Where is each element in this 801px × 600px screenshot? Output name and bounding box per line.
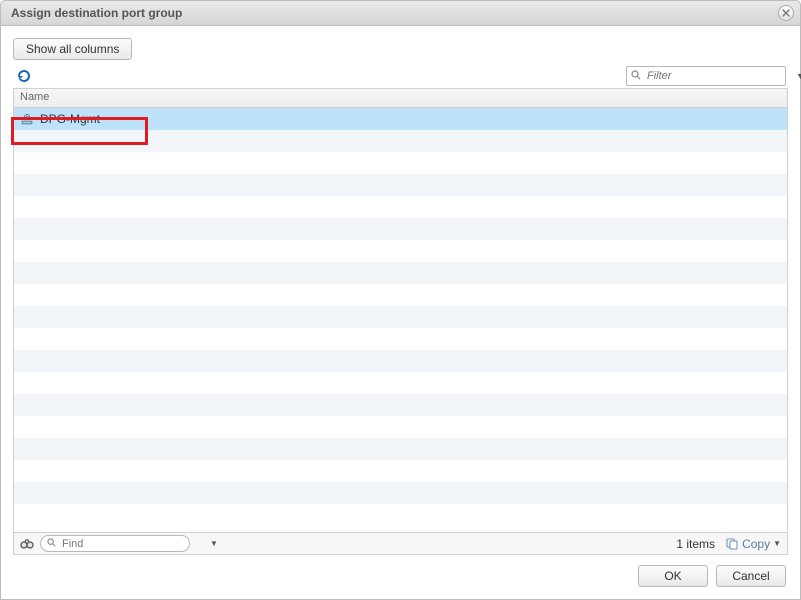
- filter-dropdown[interactable]: ▼: [796, 71, 801, 81]
- binoculars-icon: [20, 537, 34, 551]
- table-row-empty: [14, 196, 787, 218]
- table-row-empty: [14, 240, 787, 262]
- dialog-footer: OK Cancel: [13, 555, 788, 587]
- table-body: DPG-Mgmt: [14, 108, 787, 532]
- table-row-empty: [14, 416, 787, 438]
- ok-button[interactable]: OK: [638, 565, 708, 587]
- show-all-columns-button[interactable]: Show all columns: [13, 38, 132, 60]
- table-row-empty: [14, 328, 787, 350]
- table-row-empty: [14, 152, 787, 174]
- table-row-empty: [14, 218, 787, 240]
- table-row-empty: [14, 306, 787, 328]
- table-row-empty: [14, 394, 787, 416]
- table: Name DPG-Mgmt: [13, 88, 788, 533]
- find-dropdown[interactable]: ▼: [210, 539, 218, 548]
- table-row-empty: [14, 262, 787, 284]
- refresh-icon: [16, 68, 32, 84]
- filter-input-group[interactable]: ▼: [626, 66, 786, 86]
- close-button[interactable]: [778, 5, 794, 21]
- table-row-empty: [14, 130, 787, 152]
- search-icon: [47, 538, 56, 550]
- table-row[interactable]: DPG-Mgmt: [14, 108, 787, 130]
- refresh-button[interactable]: [15, 67, 33, 85]
- table-row-empty: [14, 482, 787, 504]
- close-icon: [782, 9, 790, 17]
- dialog-title: Assign destination port group: [11, 6, 778, 20]
- filter-input[interactable]: [645, 69, 792, 83]
- toolbar-row: Show all columns: [13, 38, 788, 60]
- find-input[interactable]: [60, 537, 206, 551]
- chevron-down-icon: ▼: [773, 539, 781, 548]
- item-count: 1 items: [676, 537, 715, 551]
- toolbar-secondary: ▼: [13, 66, 788, 86]
- column-header-name[interactable]: Name: [14, 89, 787, 108]
- dialog-titlebar: Assign destination port group: [0, 0, 801, 26]
- copy-label: Copy: [742, 537, 770, 551]
- search-icon: [631, 70, 641, 83]
- table-row-empty: [14, 460, 787, 482]
- row-name: DPG-Mgmt: [40, 112, 100, 126]
- dialog-body: Show all columns ▼ Name DPG-Mgmt: [0, 26, 801, 600]
- copy-button[interactable]: Copy ▼: [725, 537, 781, 551]
- status-bar: ▼ 1 items Copy ▼: [13, 533, 788, 555]
- cancel-button[interactable]: Cancel: [716, 565, 786, 587]
- copy-icon: [725, 537, 739, 551]
- table-row-empty: [14, 350, 787, 372]
- port-group-icon: [20, 112, 34, 126]
- find-input-group[interactable]: ▼: [40, 535, 190, 552]
- table-row-empty: [14, 284, 787, 306]
- table-row-empty: [14, 174, 787, 196]
- table-row-empty: [14, 372, 787, 394]
- table-row-empty: [14, 438, 787, 460]
